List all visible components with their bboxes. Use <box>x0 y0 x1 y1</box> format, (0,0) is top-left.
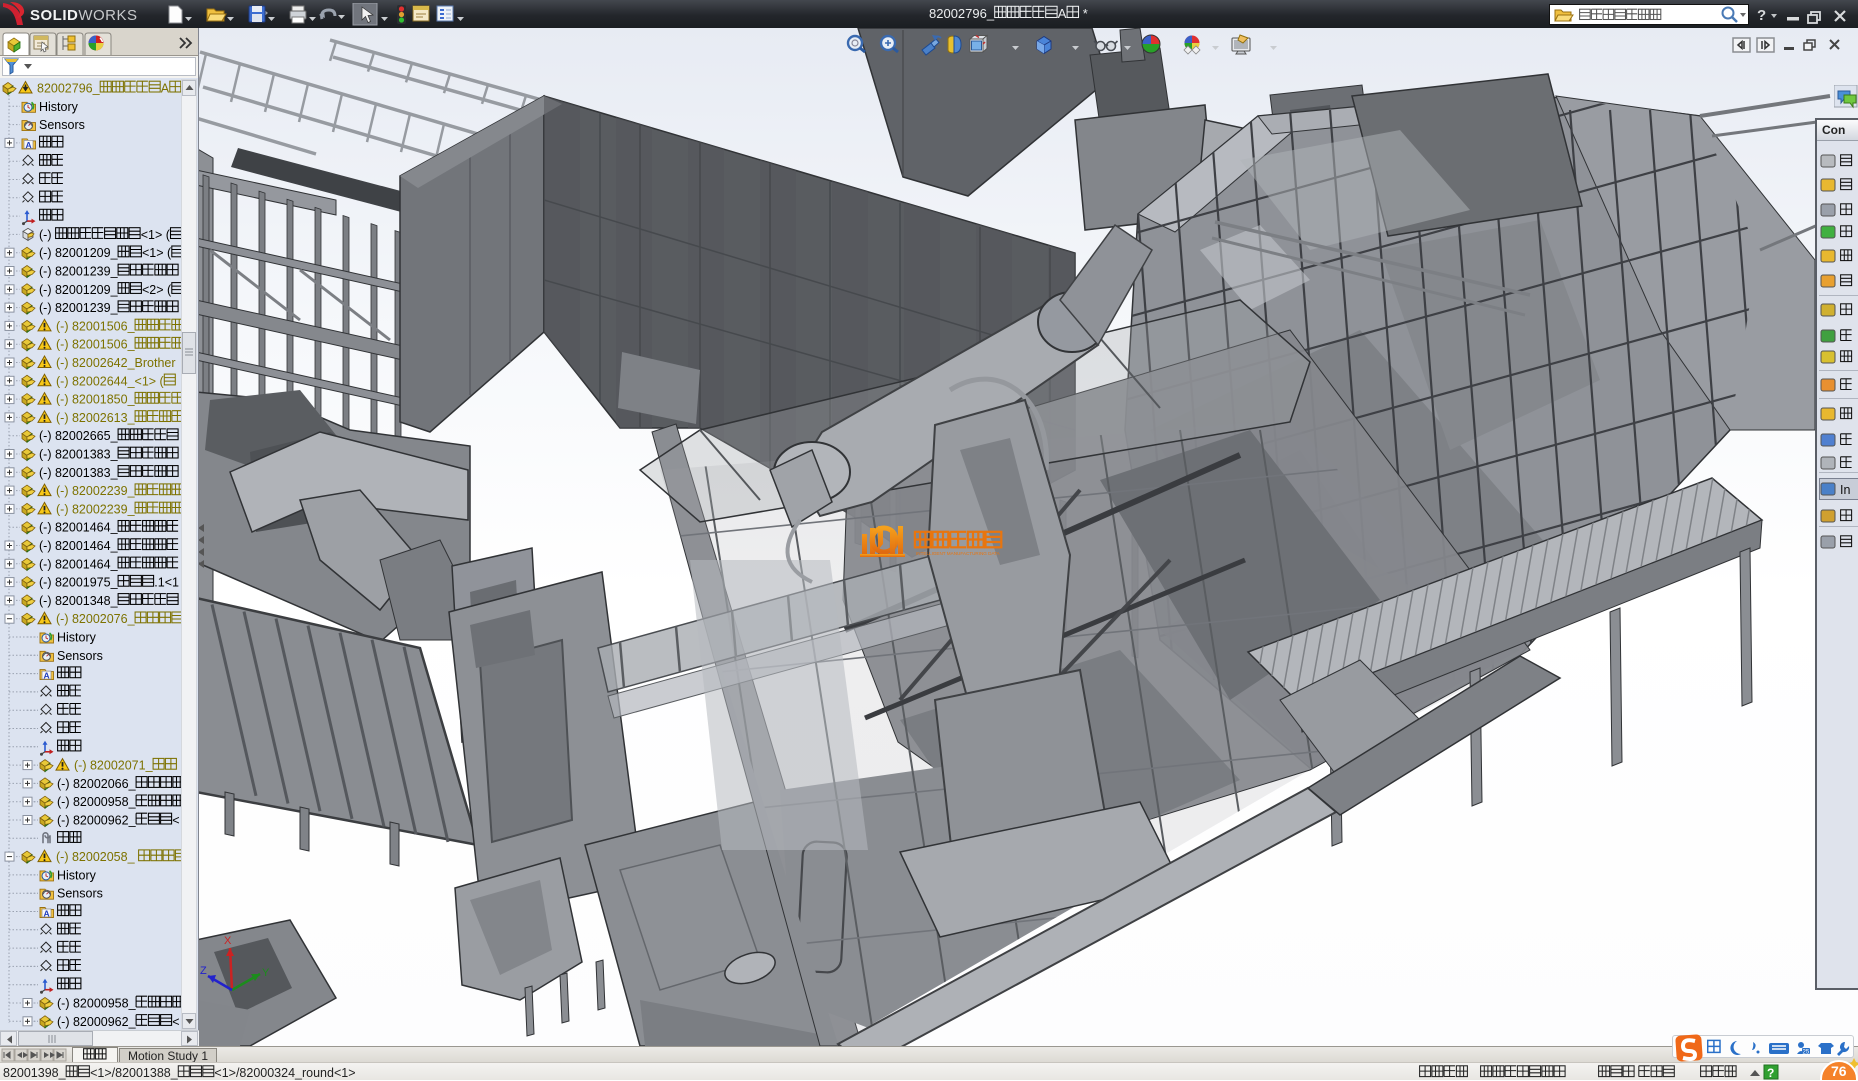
svg-text:(-) 82001464_: (-) 82001464_ <box>39 557 119 571</box>
svg-text:(-) 82001464_: (-) 82001464_ <box>39 521 119 535</box>
svg-text:*: * <box>1079 6 1088 21</box>
svg-text:A: A <box>44 671 50 681</box>
svg-text:82001398_: 82001398_ <box>3 1066 67 1080</box>
svg-text:INTELLIGENT MANUFACTURING DATA: INTELLIGENT MANUFACTURING DATA <box>916 551 1001 556</box>
svg-text:A: A <box>44 909 50 919</box>
svg-text:(-) 82002642_Brother: (-) 82002642_Brother <box>56 356 176 370</box>
svg-text:(-) 82001383_: (-) 82001383_ <box>39 448 119 462</box>
svg-text:(-) 82000958_: (-) 82000958_ <box>57 997 137 1011</box>
svg-text:<1>/82000324_round<1>: <1>/82000324_round<1> <box>214 1066 355 1080</box>
svg-text:(-) 82000962_: (-) 82000962_ <box>57 814 137 828</box>
svg-text:?: ? <box>1767 1066 1774 1080</box>
svg-text:(-) 82001239_: (-) 82001239_ <box>39 301 119 315</box>
svg-text:76: 76 <box>1831 1063 1847 1079</box>
svg-text:(-) 82002239_: (-) 82002239_ <box>56 502 136 516</box>
svg-text:(-) 82001209_: (-) 82001209_ <box>39 283 119 297</box>
svg-text:82002796_: 82002796_ <box>37 82 101 96</box>
svg-text:(-) 82002071_: (-) 82002071_ <box>74 759 154 773</box>
svg-text:25: 25 <box>1803 1050 1810 1056</box>
svg-text:<: < <box>172 814 179 828</box>
svg-text:A: A <box>1058 6 1067 21</box>
svg-text:History: History <box>57 631 97 645</box>
svg-text:(-) 82002058_: (-) 82002058_ <box>56 850 138 864</box>
svg-text:Y: Y <box>262 967 270 979</box>
svg-text:Z: Z <box>200 965 207 977</box>
svg-text:(-) 82001348_: (-) 82001348_ <box>39 594 119 608</box>
svg-text:(-) 82001239_: (-) 82001239_ <box>39 265 119 279</box>
svg-text:A: A <box>26 140 32 150</box>
svg-text:<1> (: <1> ( <box>142 246 172 260</box>
svg-text:(-) 82002613_: (-) 82002613_ <box>56 411 136 425</box>
svg-text:(-) 82002665_: (-) 82002665_ <box>39 429 119 443</box>
svg-text:(-) 82001464_: (-) 82001464_ <box>39 539 119 553</box>
svg-text:<1> (: <1> ( <box>141 228 171 242</box>
svg-text:<: < <box>172 1015 179 1029</box>
svg-text:(-) 82001850_: (-) 82001850_ <box>56 393 136 407</box>
svg-text:Sensors: Sensors <box>39 118 85 132</box>
svg-text:(-) 82002644_<1> (: (-) 82002644_<1> ( <box>56 374 165 388</box>
svg-text:(-) 82001975_: (-) 82001975_ <box>39 576 119 590</box>
svg-text:(-) 82001506_: (-) 82001506_ <box>56 338 136 352</box>
svg-text:Sensors: Sensors <box>57 649 103 663</box>
svg-text:(-) 82002076_: (-) 82002076_ <box>56 612 136 626</box>
svg-text:(-) 82000962_: (-) 82000962_ <box>57 1015 137 1029</box>
svg-text:(-): (-) <box>39 228 55 242</box>
svg-text:SOLIDWORKS: SOLIDWORKS <box>30 7 138 24</box>
svg-text:(-) 82001383_: (-) 82001383_ <box>39 466 119 480</box>
svg-text:(-) 82002066_: (-) 82002066_ <box>57 777 137 791</box>
svg-text:<1>/82001388_: <1>/82001388_ <box>90 1066 179 1080</box>
svg-text:?: ? <box>1757 7 1766 24</box>
svg-text:(-) 82000958_: (-) 82000958_ <box>57 795 137 809</box>
svg-text:In: In <box>1840 483 1850 497</box>
svg-text:History: History <box>57 868 97 882</box>
svg-text:A: A <box>161 82 170 96</box>
svg-text:(-) 82002239_: (-) 82002239_ <box>56 484 136 498</box>
svg-text:(-) 82001209_: (-) 82001209_ <box>39 246 119 260</box>
svg-text:82002796_: 82002796_ <box>929 6 995 21</box>
svg-text:.1<1: .1<1 <box>154 576 179 590</box>
svg-text:Sensors: Sensors <box>57 887 103 901</box>
svg-text:<2> (: <2> ( <box>142 283 172 297</box>
svg-text:X: X <box>224 935 232 947</box>
svg-text:(-) 82001506_: (-) 82001506_ <box>56 319 136 333</box>
svg-text:History: History <box>39 100 79 114</box>
